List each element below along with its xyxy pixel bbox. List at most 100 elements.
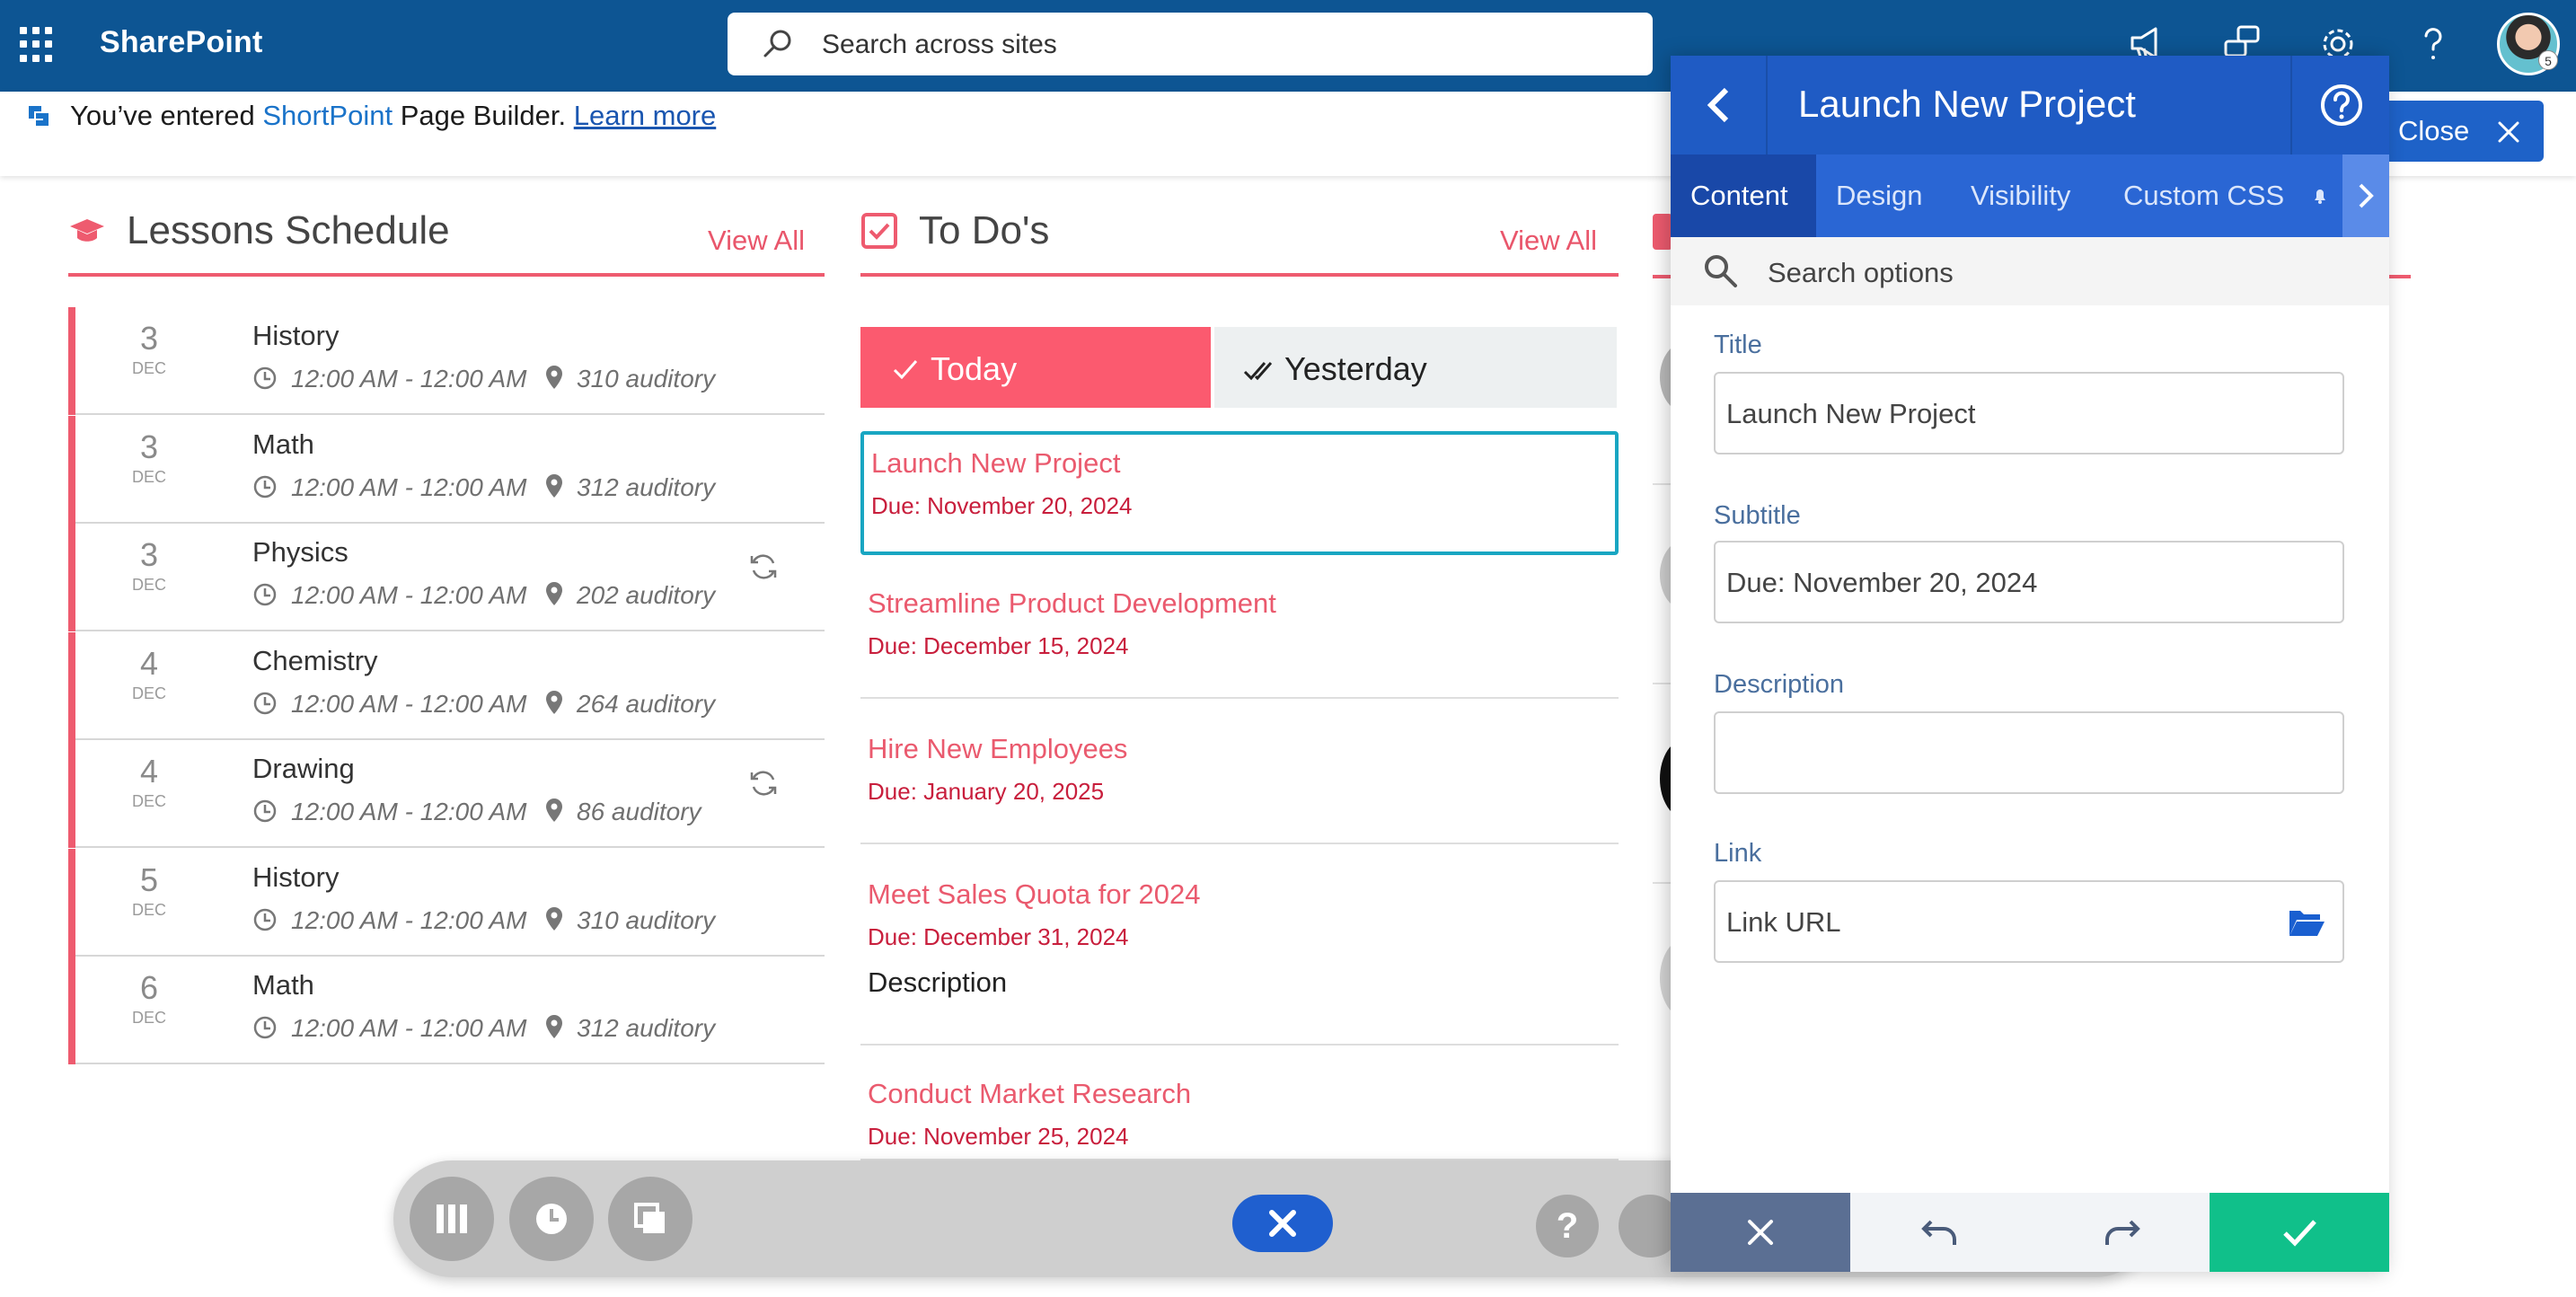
todo-due-date: Due: December 31, 2024 <box>868 923 1129 950</box>
lesson-room: 264 auditory <box>577 689 716 718</box>
description-field[interactable] <box>1714 711 2344 794</box>
tab-yesterday[interactable]: Yesterday <box>1214 327 1617 408</box>
recurring-icon <box>750 554 777 579</box>
tab-custom-css-label: Custom CSS <box>2123 180 2285 211</box>
bell-icon <box>2315 190 2325 204</box>
lesson-row[interactable]: 3 DEC Physics 12:00 AM - 12:00 AM 202 audito… <box>68 524 825 631</box>
lesson-accent-bar <box>68 631 75 740</box>
todos-view-all-link[interactable]: View All <box>1500 225 1597 257</box>
lesson-row[interactable]: 3 DEC Math 12:00 AM - 12:00 AM 312 auditory <box>68 415 825 524</box>
redo-button[interactable] <box>2030 1193 2210 1272</box>
help-circle-icon <box>2321 84 2362 126</box>
panel-footer <box>1671 1193 2389 1272</box>
lesson-room: 312 auditory <box>577 1014 716 1042</box>
panel-help-button[interactable] <box>2290 56 2389 154</box>
clock-icon <box>253 583 277 606</box>
todo-title: Launch New Project <box>871 447 1121 479</box>
folder-open-icon[interactable] <box>2287 904 2326 940</box>
link-field-placeholder: Link URL <box>1726 906 1841 938</box>
todo-item[interactable]: Meet Sales Quota for 2024 Due: December 3… <box>860 866 1619 1046</box>
pages-button[interactable] <box>608 1177 693 1261</box>
graduation-cap-icon <box>70 219 104 242</box>
todo-due-date: Due: December 15, 2024 <box>868 632 1129 659</box>
search-icon <box>763 30 791 57</box>
location-pin-icon <box>546 1015 562 1038</box>
copy-icon <box>634 1203 665 1233</box>
todo-item[interactable]: Launch New Project Due: November 20, 2024 <box>860 431 1619 555</box>
lesson-day: 4 <box>139 644 159 682</box>
title-field-label: Title <box>1714 331 1762 359</box>
lessons-view-all-link[interactable]: View All <box>708 225 805 257</box>
lesson-row[interactable]: 4 DEC Drawing 12:00 AM - 12:00 AM 86 auditor… <box>68 740 825 848</box>
tab-design[interactable]: Design <box>1816 154 1951 237</box>
todo-title: Hire New Employees <box>868 733 1128 764</box>
panel-tabs: Content Design Visibility Custom CSS <box>1671 154 2389 237</box>
lesson-subject: History <box>252 320 340 351</box>
recurring-icon <box>750 771 777 796</box>
lesson-month: DEC <box>131 467 166 486</box>
lesson-time: 12:00 AM - 12:00 AM <box>291 905 527 934</box>
todos-header: To Do's View All <box>860 199 1619 277</box>
lesson-month: DEC <box>131 1009 166 1027</box>
apply-button[interactable] <box>2210 1193 2389 1272</box>
lesson-day: 4 <box>139 753 159 790</box>
close-builder-label: Close <box>2398 115 2470 146</box>
location-pin-icon <box>546 366 562 389</box>
tab-today-label: Today <box>931 350 1018 387</box>
exit-builder-button[interactable] <box>1232 1195 1333 1252</box>
close-builder-button[interactable]: Close <box>2371 101 2544 162</box>
search-box[interactable]: Search across sites <box>728 13 1653 75</box>
lesson-day: 6 <box>139 969 159 1006</box>
tabs-scroll-right-button[interactable] <box>2342 154 2389 237</box>
lesson-accent-bar <box>68 957 75 1064</box>
lesson-row[interactable]: 3 DEC History 12:00 AM - 12:00 AM 310 audito… <box>68 307 825 415</box>
undo-button[interactable] <box>1850 1193 2030 1272</box>
check-icon <box>893 360 918 379</box>
lesson-month: DEC <box>131 576 166 594</box>
columns-button[interactable] <box>410 1177 494 1261</box>
lesson-subject: Chemistry <box>252 644 378 676</box>
title-field[interactable]: Launch New Project <box>1714 372 2344 454</box>
options-search-placeholder: Search options <box>1768 257 1954 288</box>
todo-item[interactable]: Streamline Product Development Due: Decem… <box>860 575 1619 699</box>
location-pin-icon <box>546 473 562 498</box>
learn-more-link[interactable]: Learn more <box>574 100 717 131</box>
discard-button[interactable] <box>1671 1193 1850 1272</box>
shortpoint-logo-icon <box>29 106 49 126</box>
toolbar-help-button[interactable]: ? <box>1536 1195 1599 1257</box>
lesson-subject: History <box>252 860 340 893</box>
third-column-icon <box>1653 214 1672 250</box>
lesson-day: 3 <box>139 536 159 573</box>
app-title[interactable]: SharePoint <box>100 25 262 60</box>
todo-item[interactable]: Hire New Employees Due: January 20, 2025 <box>860 720 1619 844</box>
options-search[interactable]: Search options <box>1671 237 2389 305</box>
link-field[interactable]: Link URL <box>1714 880 2344 963</box>
todo-due-date: Due: November 25, 2024 <box>868 1123 1129 1150</box>
help-icon[interactable] <box>2411 22 2456 66</box>
todo-title: Meet Sales Quota for 2024 <box>868 878 1201 910</box>
subtitle-field[interactable]: Due: November 20, 2024 <box>1714 541 2344 623</box>
app-launcher-icon[interactable] <box>20 27 56 63</box>
divider <box>860 843 1619 844</box>
back-button[interactable] <box>1671 56 1768 154</box>
history-button[interactable] <box>509 1177 594 1261</box>
lesson-day: 3 <box>139 428 159 465</box>
lesson-time: 12:00 AM - 12:00 AM <box>291 1014 527 1042</box>
lesson-row[interactable]: 4 DEC Chemistry 12:00 AM - 12:00 AM 264 audi… <box>68 631 825 740</box>
lesson-row[interactable]: 5 DEC History 12:00 AM - 12:00 AM 310 audito… <box>68 848 825 957</box>
todo-item[interactable]: Conduct Market Research Due: November 25,… <box>860 1065 1619 1160</box>
redo-icon <box>2105 1220 2140 1245</box>
tab-visibility[interactable]: Visibility <box>1951 154 2104 237</box>
lesson-time: 12:00 AM - 12:00 AM <box>291 689 527 718</box>
todos-title: To Do's <box>919 208 1050 252</box>
tab-today[interactable]: Today <box>860 327 1211 408</box>
divider <box>860 1044 1619 1046</box>
tab-custom-css[interactable]: Custom CSS <box>2104 154 2299 237</box>
clock-icon <box>253 799 277 823</box>
tab-overflow[interactable] <box>2299 154 2342 237</box>
todo-title: Conduct Market Research <box>868 1078 1192 1109</box>
lesson-time: 12:00 AM - 12:00 AM <box>291 365 527 393</box>
lesson-accent-bar <box>68 848 75 957</box>
tab-content[interactable]: Content <box>1671 154 1816 237</box>
lesson-row[interactable]: 6 DEC Math 12:00 AM - 12:00 AM 312 auditory <box>68 957 825 1064</box>
